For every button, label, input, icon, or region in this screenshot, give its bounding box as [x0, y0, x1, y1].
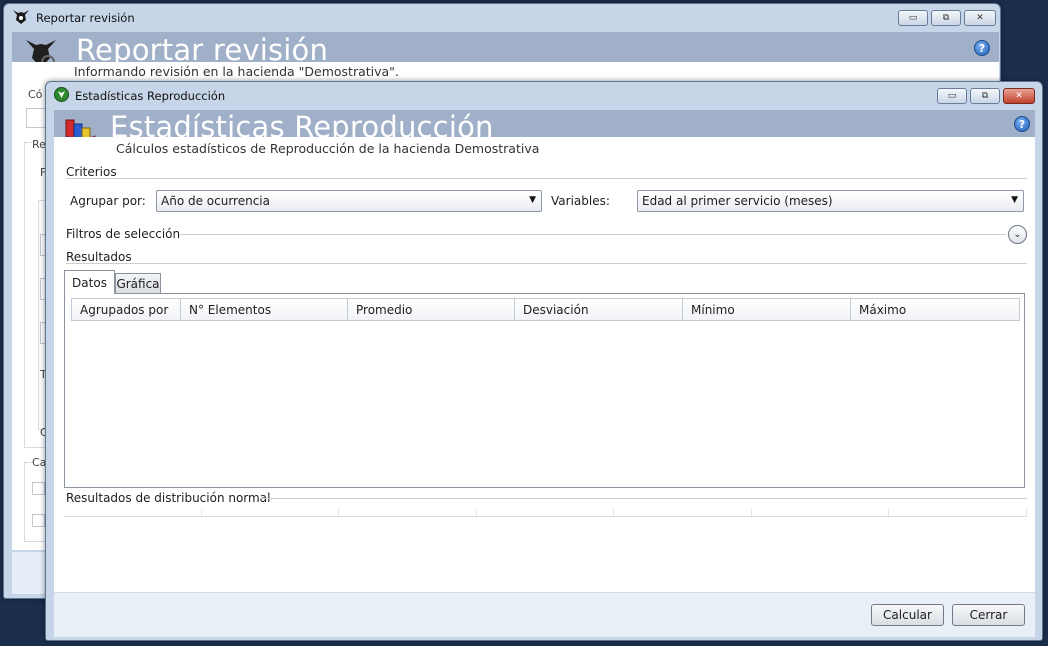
chevron-down-icon: ⌄	[1013, 229, 1022, 240]
variables-value: Edad al primer servicio (meses)	[642, 194, 833, 208]
back-code-label: Có	[28, 88, 43, 101]
back-subtitle: Informando revisión en la hacienda "Demo…	[74, 64, 399, 79]
agrupar-por-select[interactable]: Año de ocurrencia ▼	[156, 190, 542, 212]
front-restore-button[interactable]: ⧉	[970, 88, 1000, 104]
variables-label: Variables:	[551, 194, 610, 208]
filtros-expander-label[interactable]: Filtros de selección	[66, 227, 180, 241]
column-header-desviacion[interactable]: Desviación	[515, 299, 683, 320]
front-footer: Calcular Cerrar	[54, 592, 1035, 637]
back-header-band: Reportar revisión ?	[12, 32, 999, 62]
front-client-area: Cálculos estadísticos de Reproducción de…	[54, 137, 1035, 592]
agrupar-por-label: Agrupar por:	[70, 194, 146, 208]
distribucion-divider	[260, 498, 1027, 499]
back-group-label: Re	[32, 138, 46, 151]
back-help-icon[interactable]: ?	[974, 40, 990, 56]
criterios-divider	[66, 178, 1027, 179]
resultados-divider	[66, 263, 1027, 264]
statistics-chart-icon	[64, 114, 98, 137]
filtros-expand-button[interactable]: ⌄	[1008, 225, 1027, 244]
back-checkbox-1[interactable]	[32, 482, 45, 495]
estadisticas-reproduccion-window: Estadísticas Reproducción ▭ ⧉ ✕ Estadíst…	[45, 81, 1043, 641]
column-header-maximo[interactable]: Máximo	[851, 299, 1019, 320]
back-window-titlebar[interactable]: Reportar revisión	[4, 4, 1000, 32]
chevron-down-icon: ▼	[529, 195, 536, 205]
tab-datos-label: Datos	[72, 275, 107, 290]
minimize-icon: ▭	[908, 12, 918, 23]
criterios-section-label: Criterios	[66, 165, 117, 179]
front-header-title: Estadísticas Reproducción	[110, 110, 494, 137]
agrupar-por-value: Año de ocurrencia	[161, 194, 270, 208]
back-close-button[interactable]: ✕	[964, 10, 996, 26]
close-icon: ✕	[976, 12, 984, 23]
back-minimize-button[interactable]: ▭	[898, 10, 928, 26]
tab-grafica-label: Gráfica	[116, 277, 160, 291]
back-header-title: Reportar revisión	[76, 33, 329, 62]
front-minimize-button[interactable]: ▭	[937, 88, 967, 104]
minimize-icon: ▭	[947, 90, 957, 101]
front-subtitle: Cálculos estadísticos de Reproducción de…	[116, 141, 540, 156]
close-icon: ✕	[1015, 90, 1023, 101]
front-header-band: Estadísticas Reproducción ?	[54, 110, 1035, 137]
reproduction-app-icon	[54, 87, 69, 105]
front-close-button[interactable]: ✕	[1003, 88, 1035, 104]
column-header-agrupados[interactable]: Agrupados por	[72, 299, 181, 320]
back-window-title: Reportar revisión	[36, 11, 135, 25]
column-header-elementos[interactable]: N° Elementos	[181, 299, 348, 320]
back-checkbox-2[interactable]	[32, 514, 45, 527]
tab-datos[interactable]: Datos	[64, 270, 115, 294]
back-restore-button[interactable]: ⧉	[931, 10, 961, 26]
resultados-section-label: Resultados	[66, 250, 132, 264]
calcular-button[interactable]: Calcular	[871, 604, 944, 626]
front-window-titlebar[interactable]: Estadísticas Reproducción	[46, 82, 1042, 110]
restore-icon: ⧉	[942, 12, 950, 23]
restore-icon: ⧉	[981, 90, 989, 101]
app-logo-icon	[12, 9, 30, 28]
front-window-title: Estadísticas Reproducción	[75, 89, 226, 103]
tab-grafica[interactable]: Gráfica	[115, 273, 161, 294]
variables-select[interactable]: Edad al primer servicio (meses) ▼	[637, 190, 1024, 212]
front-help-icon[interactable]: ?	[1014, 116, 1030, 132]
results-grid-header: Agrupados por N° Elementos Promedio Desv…	[71, 298, 1020, 321]
cerrar-button[interactable]: Cerrar	[952, 604, 1025, 626]
distribucion-grid	[64, 509, 1028, 517]
chevron-down-icon: ▼	[1011, 195, 1018, 205]
datos-tab-panel: Agrupados por N° Elementos Promedio Desv…	[64, 293, 1025, 488]
column-header-minimo[interactable]: Mínimo	[683, 299, 851, 320]
filtros-divider	[180, 234, 1006, 235]
distribucion-section-label: Resultados de distribución normal	[66, 491, 271, 505]
revision-logo-icon	[24, 38, 58, 62]
column-header-promedio[interactable]: Promedio	[348, 299, 515, 320]
